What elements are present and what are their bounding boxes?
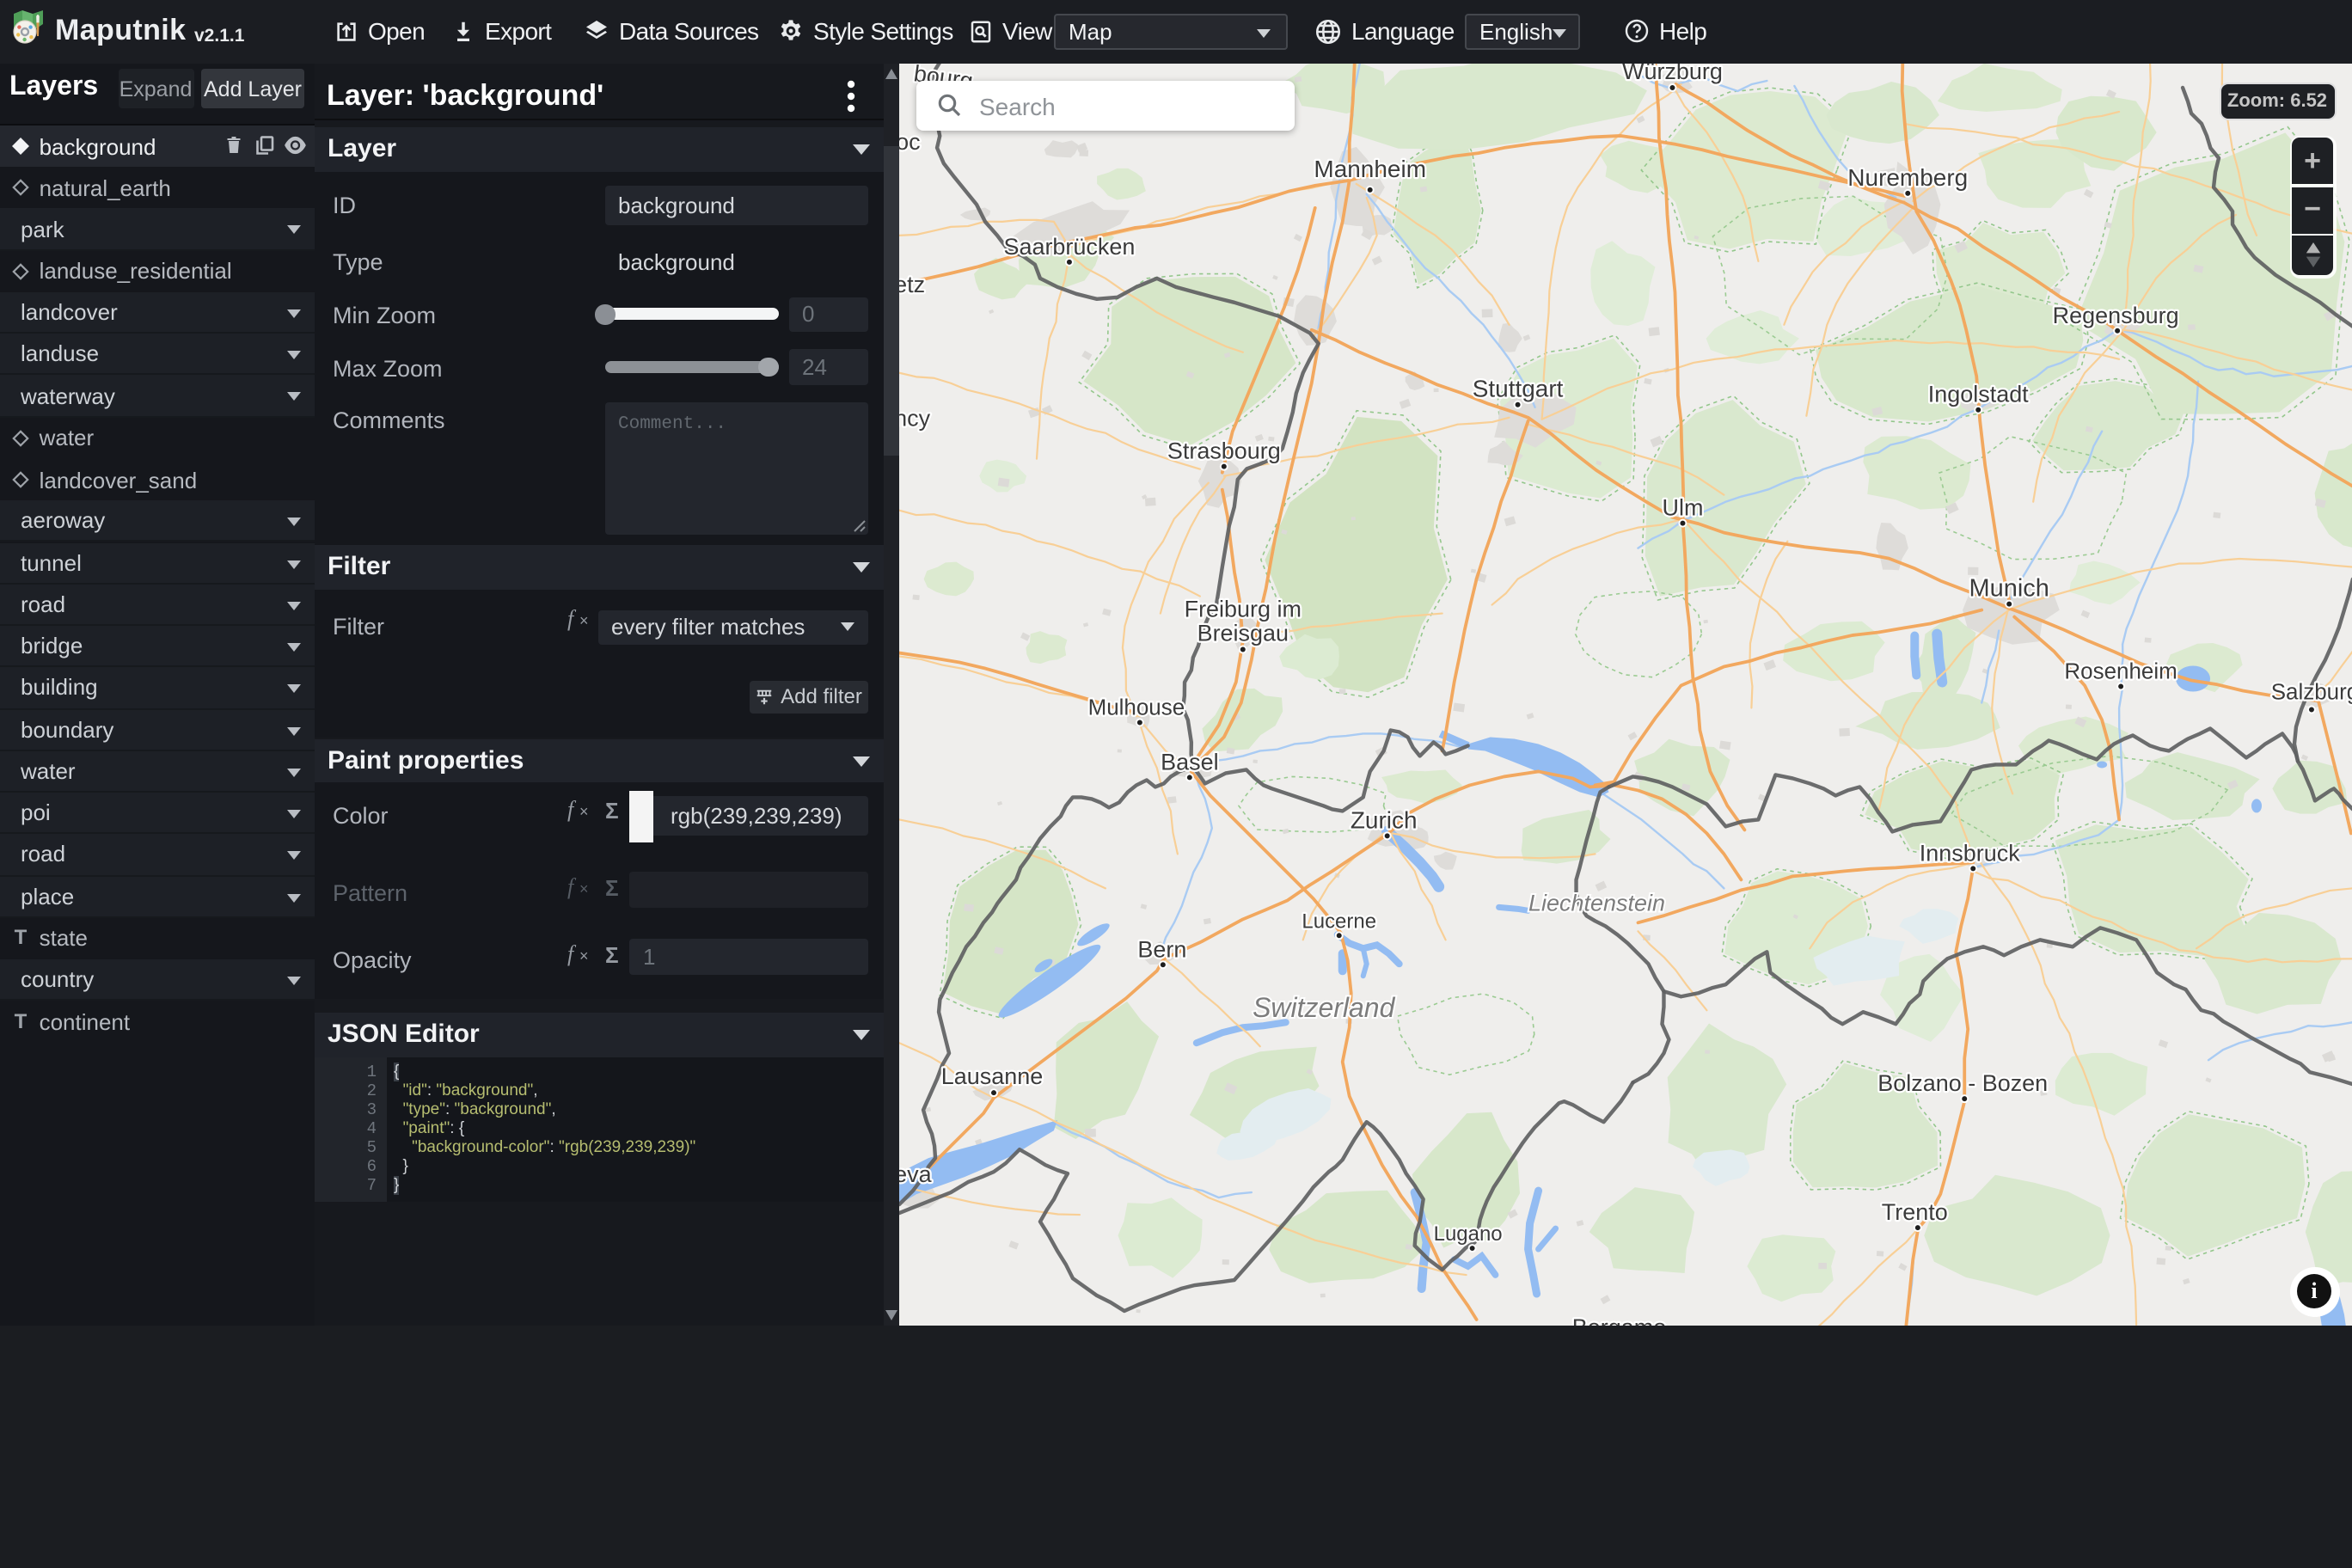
svg-text:ncy: ncy <box>898 405 930 431</box>
svg-text:Ingolstadt: Ingolstadt <box>1927 381 2028 407</box>
svg-text:Lugano: Lugano <box>1433 1222 1502 1245</box>
svg-text:Munich: Munich <box>1969 574 2049 602</box>
svg-text:Regensburg: Regensburg <box>2052 302 2178 328</box>
svg-text:Nuremberg: Nuremberg <box>1847 163 1967 190</box>
svg-text:Stuttgart: Stuttgart <box>1472 375 1563 401</box>
svg-text:Lucerne: Lucerne <box>1301 909 1375 932</box>
svg-text:Würzburg: Würzburg <box>1621 63 1722 83</box>
svg-text:Bolzano - Bozen: Bolzano - Bozen <box>1877 1069 2047 1095</box>
svg-text:Basel: Basel <box>1160 748 1217 774</box>
svg-text:Ulm: Ulm <box>1661 494 1702 520</box>
svg-text:etz: etz <box>898 271 924 297</box>
svg-text:Innsbruck: Innsbruck <box>1919 839 2019 865</box>
svg-text:Lausanne: Lausanne <box>940 1063 1042 1088</box>
svg-text:Switzerland: Switzerland <box>1252 991 1394 1022</box>
svg-text:Bergamo: Bergamo <box>1571 1314 1665 1326</box>
svg-text:Mannheim: Mannheim <box>1313 155 1425 181</box>
svg-text:Zurich: Zurich <box>1350 805 1417 832</box>
svg-text:Breisgau: Breisgau <box>1197 620 1288 646</box>
svg-text:Salzburg: Salzburg <box>2270 677 2352 703</box>
svg-text:Bern: Bern <box>1136 935 1185 961</box>
svg-text:Freiburg im: Freiburg im <box>1184 596 1301 622</box>
svg-text:eva: eva <box>898 1161 931 1186</box>
svg-text:Trento: Trento <box>1881 1198 1947 1224</box>
svg-text:Strasbourg: Strasbourg <box>1167 438 1280 463</box>
svg-text:Mulhouse: Mulhouse <box>1087 693 1185 719</box>
svg-text:Saarbrücken: Saarbrücken <box>1002 233 1134 259</box>
svg-text:oc: oc <box>898 128 920 154</box>
svg-text:Rosenheim: Rosenheim <box>2063 658 2176 683</box>
svg-text:Liechtenstein: Liechtenstein <box>1528 889 1664 915</box>
